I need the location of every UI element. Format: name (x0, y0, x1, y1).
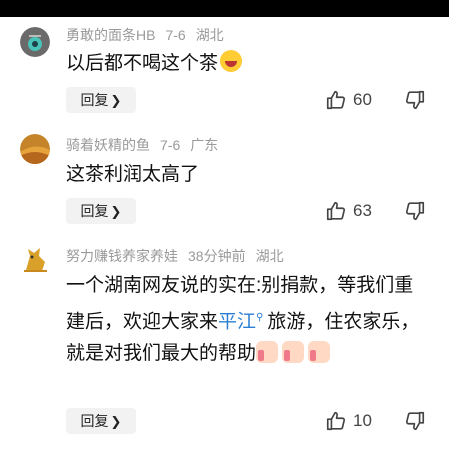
chevron-right-icon: ❯ (110, 414, 122, 429)
comment-body: 这茶利润太高了 (66, 164, 200, 185)
reply-label: 回复 (80, 413, 109, 429)
reply-button[interactable]: 回复 ❯ (66, 198, 136, 224)
avatar[interactable] (20, 27, 50, 57)
comment-text: 以后都不喝这个茶 (66, 48, 421, 80)
reply-button[interactable]: 回复 ❯ (66, 408, 136, 434)
comment-item: 骑着妖精的鱼 7-6 广东 这茶利润太高了 回复 ❯ 63 (0, 122, 449, 230)
thumbs-up-icon (326, 411, 346, 431)
username[interactable]: 骑着妖精的鱼 (66, 137, 150, 153)
like-count: 63 (353, 201, 372, 220)
thumbs-down-icon (405, 201, 425, 221)
avatar[interactable] (20, 244, 50, 274)
thumbs-up-emoji-group (256, 341, 334, 364)
reply-button[interactable]: 回复 ❯ (66, 87, 136, 113)
comment-text: 一个湖南网友说的实在:别捐款，等我们重建后，欢迎大家来平江⚲ 旅游，住农家乐，就是… (66, 270, 421, 370)
place-link[interactable]: 平江 (218, 311, 256, 332)
dislike-button[interactable] (404, 87, 426, 113)
like-button[interactable]: 63 (325, 198, 372, 224)
thumbs-down-icon (405, 90, 425, 110)
like-count: 60 (353, 90, 372, 109)
thumbs-up-icon (326, 201, 346, 221)
comment-location: 湖北 (255, 248, 284, 264)
comment-date: 38分钟前 (188, 248, 246, 264)
comment-item: 勇敢的面条HB 7-6 湖北 以后都不喝这个茶 回复 ❯ 60 (0, 17, 449, 122)
like-button[interactable]: 10 (325, 408, 372, 434)
comment-meta: 勇敢的面条HB 7-6 湖北 (66, 25, 234, 45)
comment-item: 努力赚钱养家养娃 38分钟前 湖北 一个湖南网友说的实在:别捐款，等我们重建后，欢迎… (0, 230, 449, 451)
comment-location: 湖北 (195, 27, 224, 43)
username[interactable]: 勇敢的面条HB (66, 27, 155, 43)
dislike-button[interactable] (404, 408, 426, 434)
comment-date: 7-6 (165, 27, 186, 43)
thumbs-up-emoji-icon (308, 341, 331, 364)
chevron-right-icon: ❯ (110, 93, 122, 108)
like-button[interactable]: 60 (325, 87, 372, 113)
status-bar (0, 0, 449, 17)
thumbs-up-icon (326, 90, 346, 110)
avatar[interactable] (20, 134, 50, 164)
comment-meta: 骑着妖精的鱼 7-6 广东 (66, 135, 228, 155)
thumbs-up-emoji-icon (282, 341, 305, 364)
thumbs-up-emoji-icon (256, 341, 279, 364)
chevron-right-icon: ❯ (110, 204, 122, 219)
search-icon[interactable]: ⚲ (256, 312, 263, 323)
comment-date: 7-6 (160, 137, 181, 153)
dislike-button[interactable] (404, 198, 426, 224)
username[interactable]: 努力赚钱养家养娃 (66, 248, 178, 264)
laughing-crying-emoji-icon (220, 50, 243, 72)
like-count: 10 (353, 411, 372, 430)
comment-meta: 努力赚钱养家养娃 38分钟前 湖北 (66, 246, 294, 266)
reply-label: 回复 (80, 203, 109, 219)
reply-label: 回复 (80, 92, 109, 108)
comment-location: 广东 (190, 137, 219, 153)
comment-text: 这茶利润太高了 (66, 159, 421, 191)
comment-body: 以后都不喝这个茶 (66, 53, 219, 74)
thumbs-down-icon (405, 411, 425, 431)
